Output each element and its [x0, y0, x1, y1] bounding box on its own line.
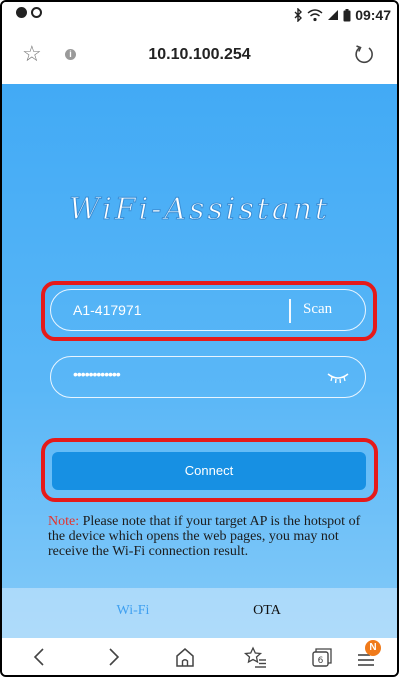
ssid-highlight-box — [41, 281, 377, 341]
forward-icon[interactable] — [100, 646, 126, 668]
phone-screen: 09:47 ☆ i 10.10.100.254 WiFi-Assistant A… — [0, 0, 399, 677]
wifi-assistant-page: WiFi-Assistant A1-417971 Scan ••••••••••… — [2, 84, 397, 638]
password-field[interactable]: •••••••••••• — [50, 356, 366, 398]
connection-note: Note: Please note that if your target AP… — [48, 514, 378, 559]
browser-address-bar: ☆ i 10.10.100.254 — [2, 30, 397, 82]
bookmarks-icon[interactable] — [242, 646, 268, 668]
battery-icon — [343, 8, 351, 21]
wifi-icon — [307, 8, 323, 21]
note-label: Note: — [48, 514, 80, 529]
status-bar: 09:47 — [2, 2, 397, 28]
signal-icon — [328, 10, 339, 20]
bluetooth-icon — [294, 8, 303, 22]
connect-highlight-box — [41, 438, 378, 502]
tab-count: 6 — [318, 656, 324, 666]
tab-ota[interactable]: OTA — [192, 603, 342, 619]
status-time: 09:47 — [355, 7, 391, 23]
eye-closed-icon[interactable] — [327, 372, 349, 384]
bottom-tab-bar: Wi-Fi OTA — [2, 588, 397, 638]
reload-icon[interactable] — [353, 43, 377, 67]
tab-wifi[interactable]: Wi-Fi — [58, 603, 208, 619]
menu-badge: N — [365, 640, 381, 656]
back-icon[interactable] — [27, 646, 53, 668]
notification-dot-icon — [16, 7, 27, 18]
password-input[interactable]: •••••••••••• — [73, 366, 121, 382]
page-title: WiFi-Assistant — [68, 192, 331, 228]
tabs-icon[interactable]: 6 — [308, 646, 334, 668]
browser-bottom-nav: 6 N — [2, 638, 397, 675]
note-text: Please note that if your target AP is th… — [48, 514, 361, 559]
home-icon[interactable] — [172, 646, 198, 668]
url-text[interactable]: 10.10.100.254 — [2, 46, 397, 64]
notification-dot-icon — [31, 7, 42, 18]
